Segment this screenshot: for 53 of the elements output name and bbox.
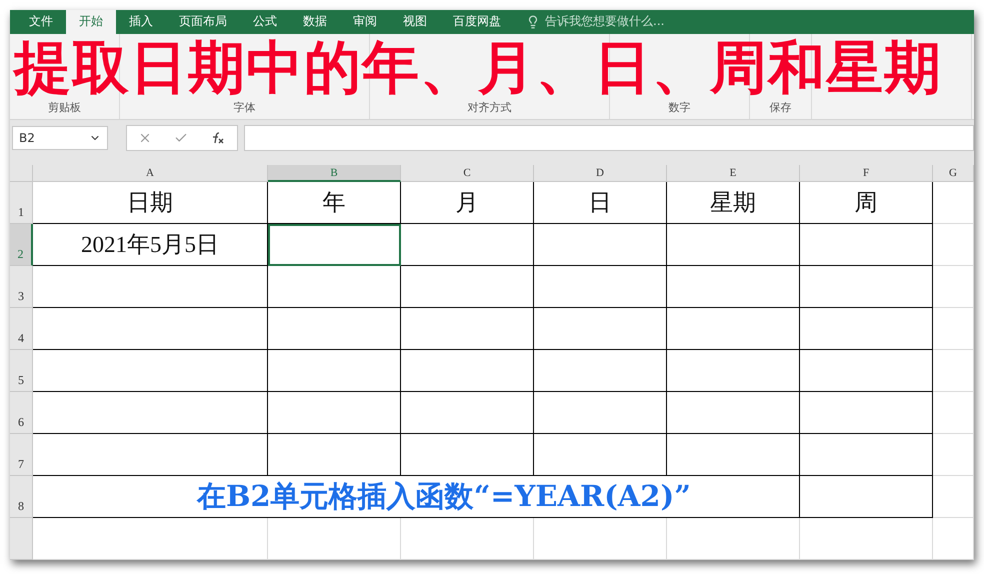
table-cell: 2021年5月5日 <box>33 224 268 266</box>
overlay-caption: 在B2单元格插入函数“=YEAR(A2)” <box>197 478 691 515</box>
row-header[interactable]: 3 <box>10 266 33 308</box>
table-cell <box>933 350 974 392</box>
ribbon-tab[interactable]: 百度网盘 <box>440 10 514 34</box>
ribbon-group-label: 保存 <box>768 100 792 115</box>
table-cell <box>933 182 974 224</box>
table-cell: 周 <box>800 182 933 224</box>
formula-input[interactable] <box>244 125 974 152</box>
ribbon-tab[interactable]: 数据 <box>290 10 340 34</box>
row-header[interactable]: 2 <box>10 224 33 266</box>
row-header[interactable]: 7 <box>10 434 33 476</box>
ribbon-group-label: 数字 <box>668 100 692 115</box>
table-cell <box>933 392 974 434</box>
table-cell <box>933 308 974 350</box>
ribbon-tab[interactable]: 审阅 <box>340 10 390 34</box>
ribbon-tab[interactable]: 开始 <box>66 10 116 34</box>
column-header[interactable]: A <box>33 165 268 182</box>
ribbon-tab[interactable]: 页面布局 <box>166 10 240 34</box>
table-cell: 日期 <box>33 182 268 224</box>
table-cell <box>933 434 974 476</box>
row-header[interactable]: 1 <box>10 182 33 224</box>
lightbulb-icon <box>526 14 540 29</box>
function-icon[interactable] <box>210 131 226 146</box>
row-header[interactable]: 8 <box>10 476 33 518</box>
ribbon-group-label: 剪贴板 <box>47 100 82 115</box>
table-cell <box>933 476 974 518</box>
column-header[interactable]: E <box>667 165 800 182</box>
column-header[interactable]: B <box>268 165 401 182</box>
column-header[interactable]: F <box>800 165 933 182</box>
ribbon-tab[interactable]: 插入 <box>116 10 166 34</box>
row-header[interactable]: 5 <box>10 350 33 392</box>
table-cell <box>933 266 974 308</box>
ribbon-group-label: 对齐方式 <box>466 100 512 115</box>
ribbon-group-label: 字体 <box>232 100 256 115</box>
table-cell: 年 <box>268 182 401 224</box>
ribbon-tab[interactable]: 公式 <box>240 10 290 34</box>
ribbon-tab[interactable]: 视图 <box>390 10 440 34</box>
ribbon-tab[interactable]: 文件 <box>16 10 66 34</box>
overlay-title: 提取日期中的年、月、日、周和星期 <box>14 40 942 97</box>
table-cell <box>933 518 974 560</box>
table-cell: 日 <box>534 182 667 224</box>
column-header[interactable]: D <box>534 165 667 182</box>
table-cell: 月 <box>401 182 534 224</box>
active-cell[interactable] <box>268 224 401 266</box>
row-header[interactable]: 4 <box>10 308 33 350</box>
tell-me-search[interactable]: 告诉我您想要做什么... <box>545 13 664 30</box>
column-header[interactable]: G <box>933 165 974 182</box>
table-cell: 星期 <box>667 182 800 224</box>
column-header[interactable]: C <box>401 165 534 182</box>
table-cell <box>933 224 974 266</box>
row-header[interactable]: 6 <box>10 392 33 434</box>
name-box[interactable]: B2 <box>12 126 108 150</box>
